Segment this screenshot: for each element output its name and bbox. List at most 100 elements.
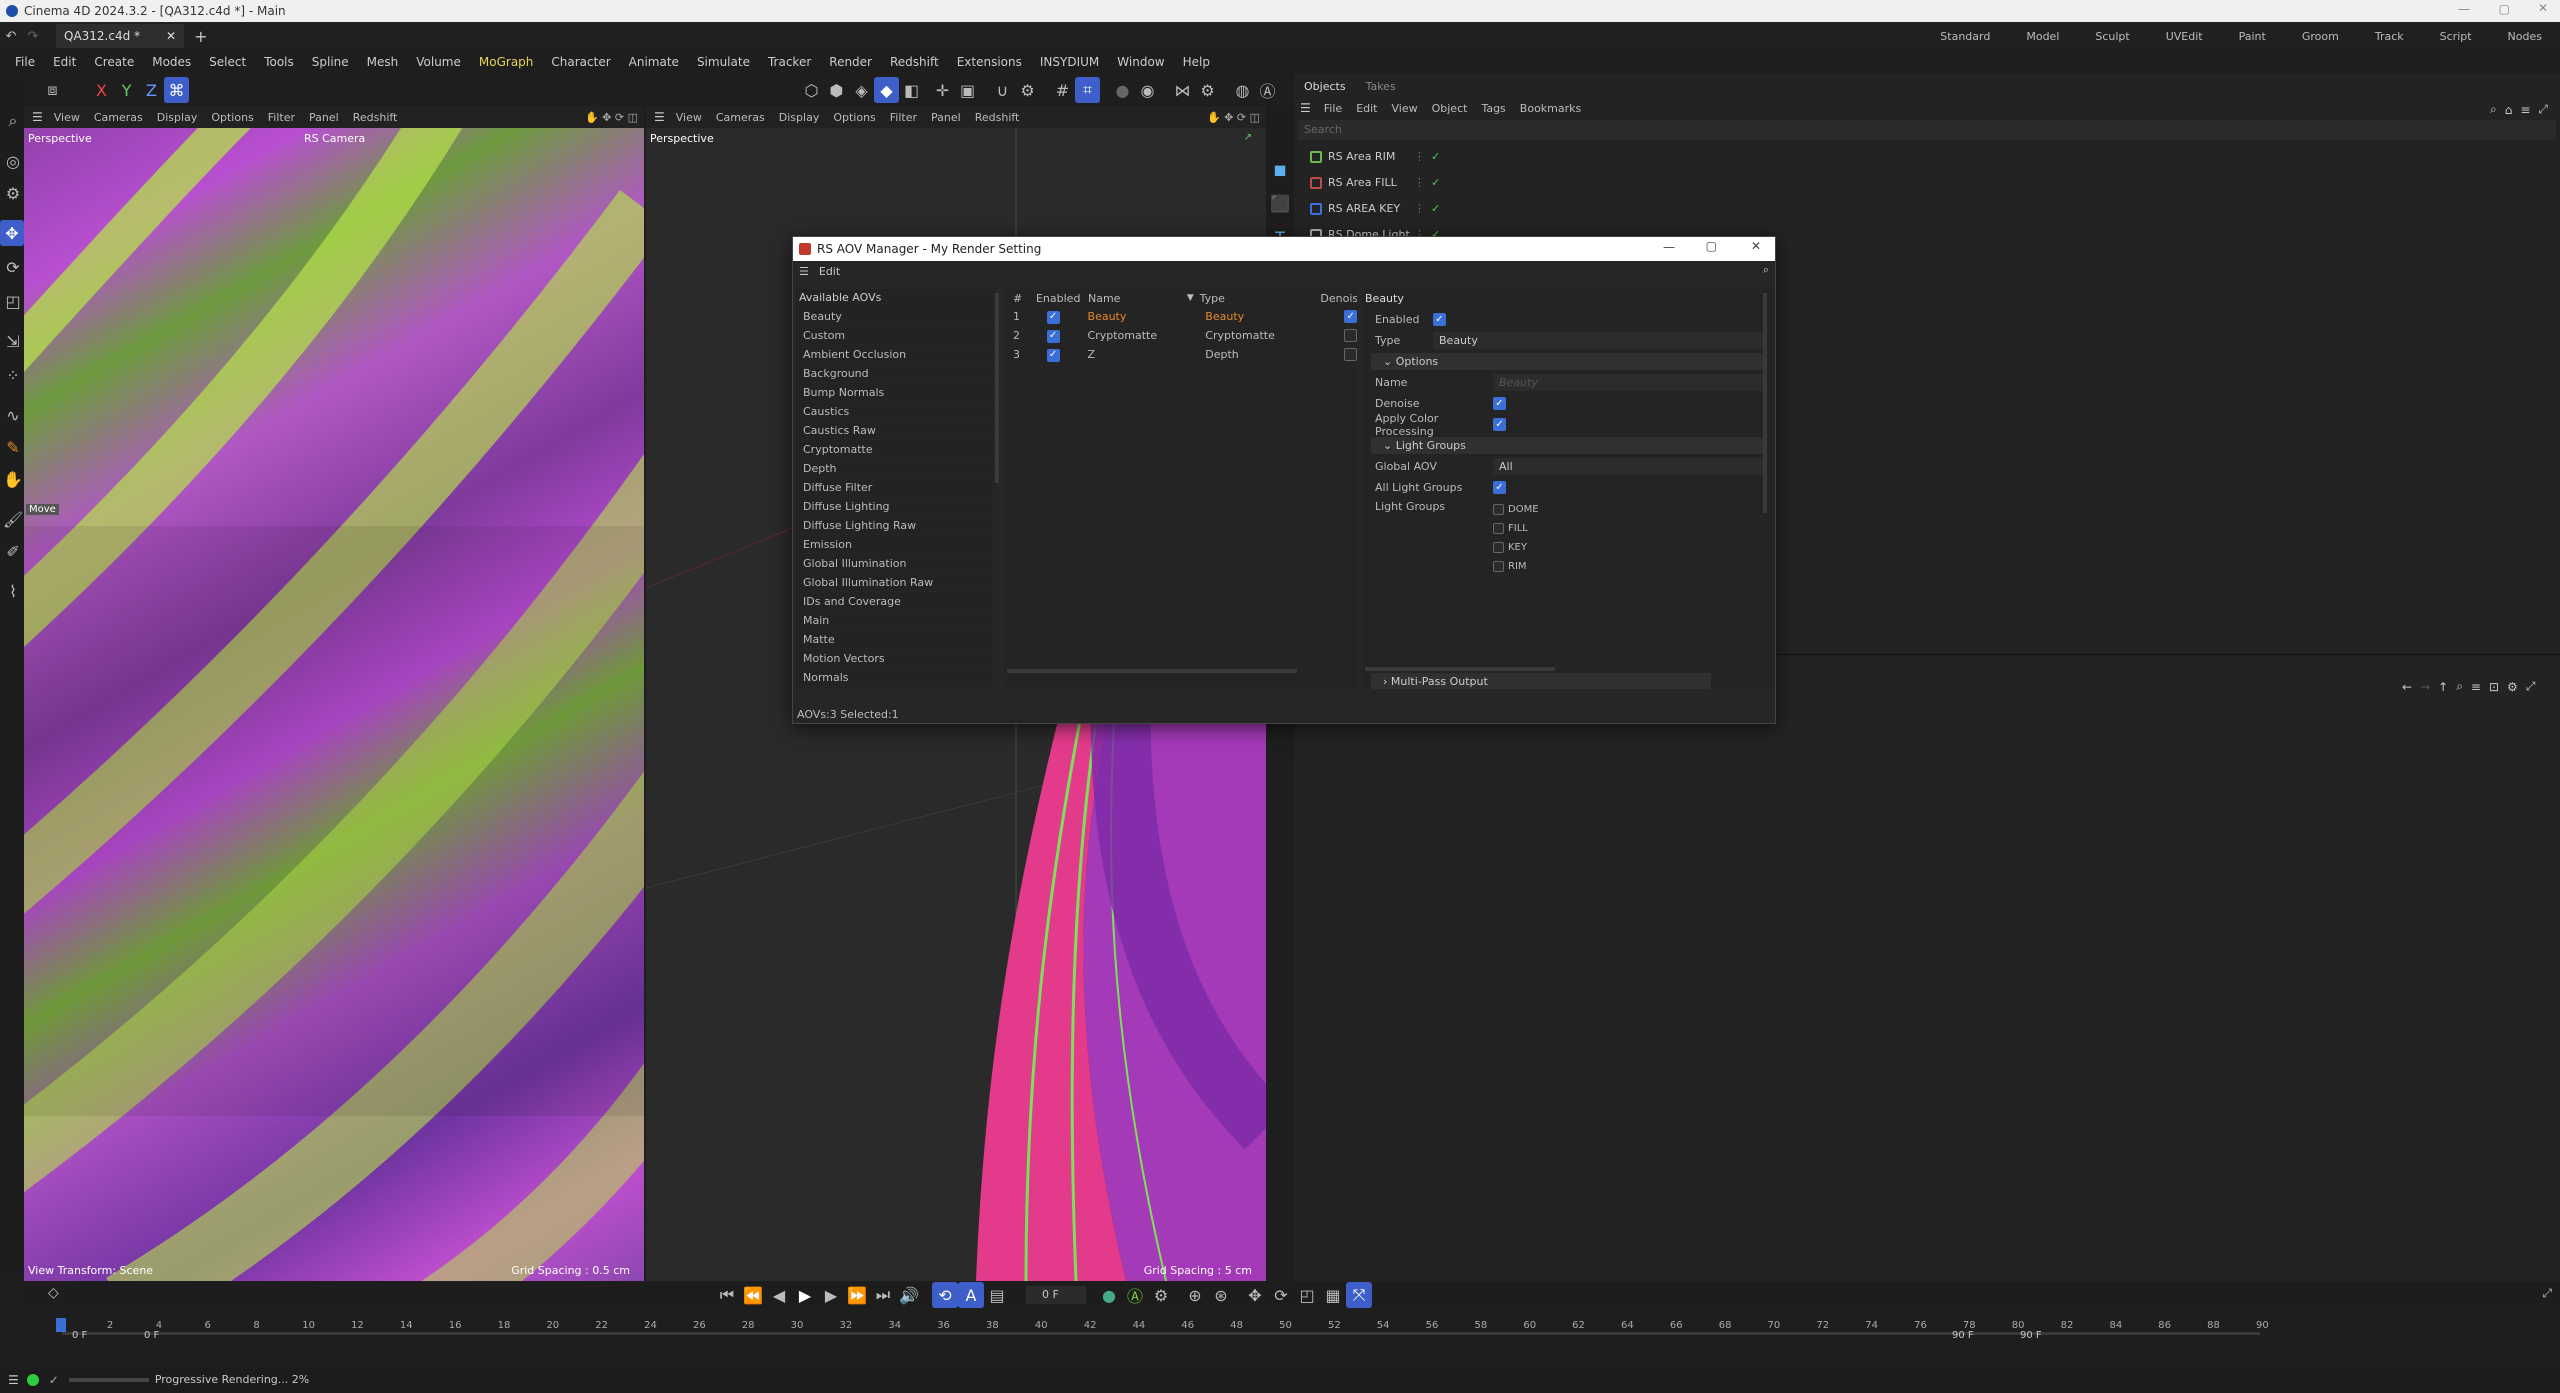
range-track[interactable] (62, 1332, 2260, 1335)
expand-icon[interactable]: ⤢ (2526, 679, 2536, 694)
layout-model[interactable]: Model (2008, 30, 2077, 43)
available-aov-item[interactable]: Background (797, 364, 993, 383)
current-frame-field[interactable]: 0 F (1026, 1286, 1086, 1304)
redo-icon[interactable]: ↷ (22, 23, 44, 49)
filter-icon[interactable]: ≡ (2520, 103, 2530, 117)
object-name[interactable]: RS Area RIM (1328, 150, 1414, 163)
vp-menu-cameras[interactable]: Cameras (709, 111, 772, 124)
enabled-checkbox[interactable]: ✓ (1433, 313, 1446, 326)
filter-icon[interactable]: ≡ (2471, 680, 2481, 694)
soft-select-icon[interactable]: ⚙ (1015, 77, 1040, 103)
grid-icon[interactable]: # (1050, 77, 1075, 103)
objects-menu-object[interactable]: Object (1425, 102, 1475, 115)
layout-uvedit[interactable]: UVEdit (2148, 30, 2221, 43)
visibility-icon[interactable]: ⋮ (1414, 150, 1425, 163)
menu-window[interactable]: Window (1108, 55, 1173, 69)
start-frame[interactable]: 0 F (72, 1330, 87, 1341)
enabled-checkbox[interactable]: ✓ (1046, 310, 1060, 324)
enabled-check-icon[interactable]: ✓ (1431, 202, 1440, 215)
goto-end-icon[interactable]: ⏭ (870, 1282, 896, 1308)
knife-tool-icon[interactable]: ⌇ (0, 578, 26, 604)
edge-mode-icon[interactable]: ⬢ (824, 77, 849, 103)
menu-character[interactable]: Character (542, 55, 619, 69)
layout-nodes[interactable]: Nodes (2490, 30, 2560, 43)
point-key-icon[interactable]: ▦ (1320, 1282, 1346, 1308)
timeline-ruler[interactable]: 0246810121416182022242628303234363840424… (24, 1308, 2560, 1348)
objects-tab-takes[interactable]: Takes (1356, 80, 1406, 93)
available-aov-item[interactable]: Cryptomatte (797, 440, 993, 459)
vp-menu-view[interactable]: View (669, 111, 709, 124)
menu-select[interactable]: Select (200, 55, 255, 69)
brush-tool-icon[interactable]: 🖌 (0, 506, 26, 532)
light-group-item[interactable]: KEY (1493, 538, 1539, 557)
undo-icon[interactable]: ↶ (0, 23, 22, 49)
vp-menu-redshift[interactable]: Redshift (968, 111, 1027, 124)
close-tab-icon[interactable]: ✕ (166, 29, 176, 43)
scale-key-icon[interactable]: ✥ (1242, 1282, 1268, 1308)
back-icon[interactable]: ← (2402, 680, 2412, 694)
objects-menu-file[interactable]: File (1317, 102, 1349, 115)
vp-menu-options[interactable]: Options (204, 111, 260, 124)
props-hscrollbar[interactable] (1365, 667, 1555, 671)
sort-icon[interactable]: ▼ (1187, 293, 1200, 303)
layout-groom[interactable]: Groom (2284, 30, 2357, 43)
symmetry-icon[interactable]: ⋈ (1170, 77, 1195, 103)
menu-icon[interactable]: ☰ (793, 265, 815, 278)
available-aov-item[interactable]: Matte (797, 630, 993, 649)
select-tool-icon[interactable]: ◎ (0, 148, 26, 174)
props-vscrollbar[interactable] (1763, 293, 1767, 513)
available-aov-item[interactable]: Diffuse Filter (797, 478, 993, 497)
left-viewport[interactable]: ☰ View Cameras Display Options Filter Panel Red… (24, 106, 644, 1281)
vp-menu-redshift[interactable]: Redshift (346, 111, 405, 124)
cube-icon[interactable]: ◼ (1267, 156, 1293, 182)
aov-row-name[interactable]: Beauty (1076, 310, 1206, 323)
menu-insydium[interactable]: INSYDIUM (1031, 55, 1108, 69)
uv-mode-icon[interactable]: ◧ (899, 77, 924, 103)
enabled-check-icon[interactable]: ✓ (1431, 176, 1440, 189)
lock-icon[interactable]: ⊡ (2489, 680, 2499, 694)
enabled-check-icon[interactable]: ✓ (1431, 150, 1440, 163)
render-region-icon[interactable]: ◍ (1230, 77, 1255, 103)
available-aov-item[interactable]: Motion Vectors (797, 649, 993, 668)
objects-menu-edit[interactable]: Edit (1349, 102, 1384, 115)
menu-file[interactable]: File (6, 55, 44, 69)
search-tool-icon[interactable]: ⌕ (0, 108, 26, 134)
available-aov-item[interactable]: Diffuse Lighting (797, 497, 993, 516)
sound-icon[interactable]: 🔊 (896, 1282, 922, 1308)
snap-grid-icon[interactable]: ⌗ (1075, 77, 1100, 103)
up-icon[interactable]: ↑ (2438, 680, 2448, 694)
y-axis-icon[interactable]: Y (114, 77, 139, 103)
key-settings-icon[interactable]: ⚙ (1148, 1282, 1174, 1308)
minimize-button[interactable]: — (2458, 2, 2470, 16)
available-aov-item[interactable]: Global Illumination (797, 554, 993, 573)
point-mode-icon[interactable]: ◈ (849, 77, 874, 103)
available-scrollbar[interactable] (995, 293, 999, 483)
menu-icon[interactable]: ☰ (1294, 101, 1317, 115)
z-axis-icon[interactable]: Z (139, 77, 164, 103)
denoise-checkbox[interactable] (1344, 348, 1357, 361)
rot-icon[interactable]: ⊛ (1208, 1282, 1234, 1308)
vp-menu-filter[interactable]: Filter (883, 111, 924, 124)
vp-menu-display[interactable]: Display (150, 111, 205, 124)
denoise-checkbox[interactable]: ✓ (1493, 397, 1506, 410)
object-name[interactable]: RS AREA KEY (1328, 202, 1414, 215)
menu-animate[interactable]: Animate (620, 55, 688, 69)
vp-menu-filter[interactable]: Filter (261, 111, 302, 124)
viewport-nav-icons[interactable]: ✋ ✥ ⟳ ◫ (1207, 111, 1266, 124)
available-aov-item[interactable]: Depth (797, 459, 993, 478)
objects-menu-tags[interactable]: Tags (1474, 102, 1512, 115)
global-aov-select[interactable]: All (1493, 458, 1763, 475)
light-group-item[interactable]: FILL (1493, 519, 1539, 538)
dialog-maximize-button[interactable]: ▢ (1706, 239, 1717, 253)
play-icon[interactable]: ▶ (792, 1282, 818, 1308)
menu-extensions[interactable]: Extensions (948, 55, 1031, 69)
maximize-button[interactable]: ▢ (2499, 2, 2510, 16)
end-frame-2[interactable]: 90 F (2020, 1330, 2042, 1341)
model-mode-icon[interactable]: ⧈ (40, 77, 65, 103)
menu-render[interactable]: Render (820, 55, 881, 69)
spline-tool-icon[interactable]: ∿ (0, 402, 26, 428)
dialog-minimize-button[interactable]: — (1663, 240, 1675, 254)
scale-tool-icon[interactable]: ◰ (0, 288, 26, 314)
menu-tracker[interactable]: Tracker (759, 55, 820, 69)
magnet-icon[interactable]: ∪ (990, 77, 1015, 103)
